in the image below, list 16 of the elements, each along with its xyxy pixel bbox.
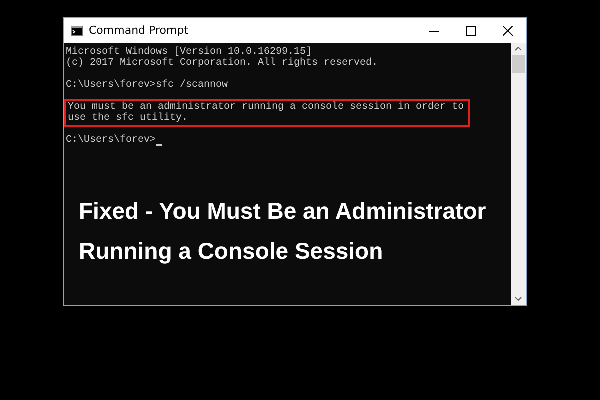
scroll-up-icon[interactable] [515, 47, 522, 51]
console-line: use the sfc utility. [68, 113, 190, 124]
console-line: Microsoft Windows [Version 10.0.16299.15] [66, 47, 312, 58]
headline-text: Running a Console Session [79, 237, 384, 266]
scroll-thumb[interactable] [512, 55, 525, 73]
close-icon [502, 26, 512, 36]
console-line: C:\Users\forev>sfc /scannow [66, 80, 228, 91]
scrollbar[interactable] [511, 43, 526, 305]
console-line: You must be an administrator running a console session in order to [68, 102, 464, 113]
console-line: (c) 2017 Microsoft Corporation. All rights reserved. [66, 58, 378, 69]
window-title: Command Prompt [89, 24, 190, 37]
scroll-down-icon[interactable] [515, 297, 522, 301]
command-prompt-line: C:\Users\forev> [66, 135, 156, 146]
headline-text: Fixed - You Must Be an Administrator [79, 197, 486, 226]
console-icon [71, 26, 83, 36]
maximize-icon [466, 26, 476, 36]
